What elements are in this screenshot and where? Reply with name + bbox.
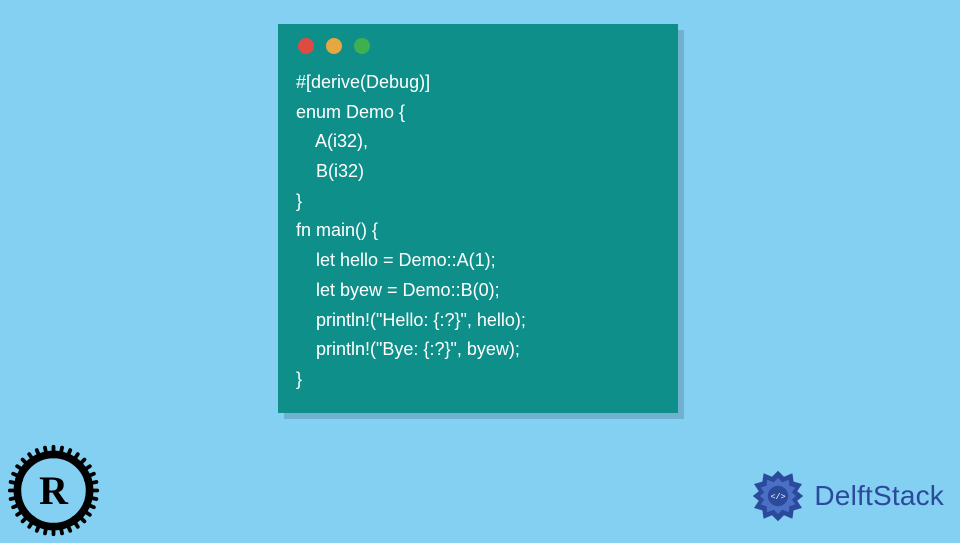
svg-text:</>: </> [771, 492, 786, 502]
delftstack-logo: </> DelftStack [748, 466, 944, 526]
maximize-dot-icon [354, 38, 370, 54]
close-dot-icon [298, 38, 314, 54]
rust-logo-icon: R [6, 443, 101, 538]
svg-text:R: R [39, 468, 69, 513]
window-traffic-lights [296, 38, 660, 54]
minimize-dot-icon [326, 38, 342, 54]
delftstack-brand-text: DelftStack [814, 480, 944, 512]
code-window: #[derive(Debug)] enum Demo { A(i32), B(i… [278, 24, 678, 413]
delftstack-badge-icon: </> [748, 466, 808, 526]
code-block: #[derive(Debug)] enum Demo { A(i32), B(i… [296, 68, 660, 395]
